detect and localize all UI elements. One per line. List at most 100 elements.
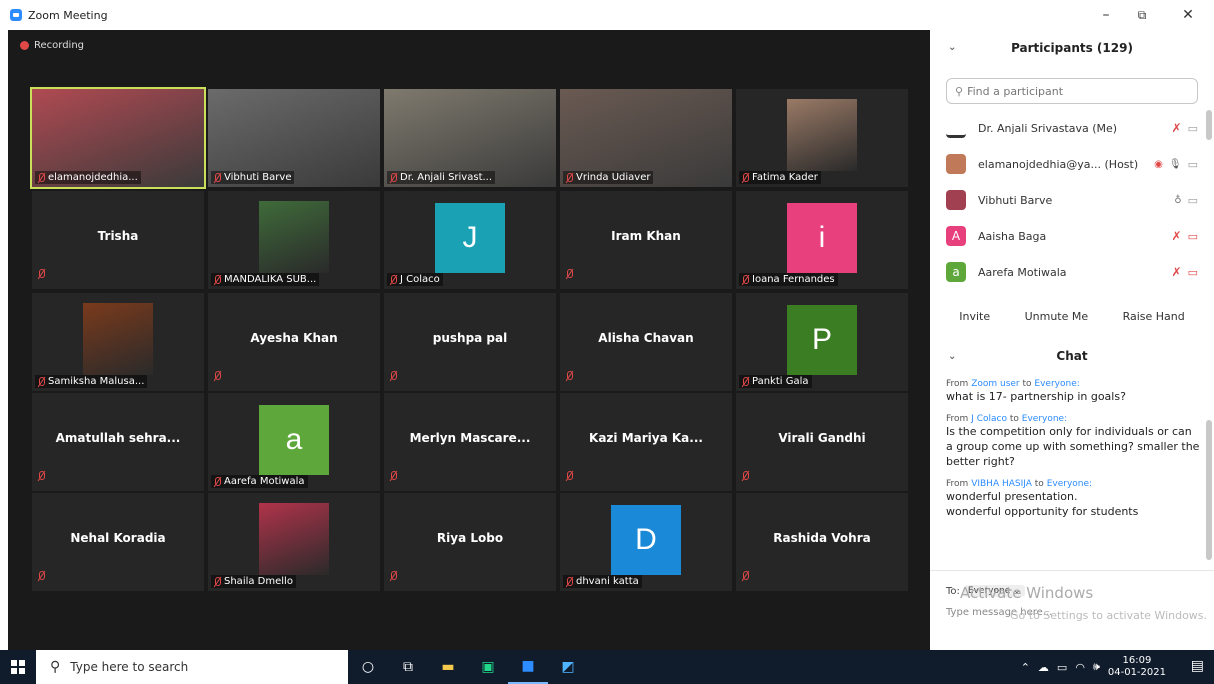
video-tile[interactable]: Amatullah sehra... bbox=[32, 393, 204, 491]
muted-mic-icon bbox=[742, 172, 749, 183]
invite-button[interactable]: Invite bbox=[951, 304, 998, 329]
video-tile[interactable]: elamanojdedhia... bbox=[30, 87, 206, 189]
video-tile[interactable]: MANDALIKA SUB... bbox=[208, 191, 380, 289]
muted-mic-icon bbox=[390, 172, 397, 183]
video-tile[interactable]: Ddhvani katta bbox=[560, 493, 732, 591]
tile-name-label: dhvani katta bbox=[563, 575, 642, 588]
sender-name[interactable]: J Colaco bbox=[971, 414, 1007, 424]
restore-button[interactable]: ⧉ bbox=[1124, 0, 1160, 30]
video-camera-icon: ▭ bbox=[1187, 157, 1198, 171]
video-tile[interactable]: a Aarefa Motiwala bbox=[208, 393, 380, 491]
video-tile[interactable]: Virali Gandhi bbox=[736, 393, 908, 491]
sender-name[interactable]: VIBHA HASIJA bbox=[971, 479, 1032, 489]
chat-scrollbar[interactable] bbox=[1206, 420, 1212, 560]
zoom-taskbar-icon[interactable]: ■ bbox=[508, 650, 548, 684]
cortana-icon[interactable]: ○ bbox=[348, 650, 388, 684]
video-tile[interactable]: Fatima Kader bbox=[736, 89, 908, 187]
recording-icon bbox=[20, 41, 29, 50]
video-camera-icon: ▭ bbox=[1187, 121, 1198, 135]
tile-name-label: Fatima Kader bbox=[739, 171, 821, 184]
tile-name-label: Samiksha Malusa... bbox=[35, 375, 148, 388]
participants-scrollbar[interactable] bbox=[1206, 110, 1212, 140]
unmute-me-button[interactable]: Unmute Me bbox=[1017, 304, 1097, 329]
start-button[interactable] bbox=[0, 650, 36, 684]
onedrive-icon[interactable]: ☁ bbox=[1038, 661, 1049, 674]
tile-display-name: Merlyn Mascare... bbox=[409, 431, 531, 445]
show-hidden-icons-icon[interactable]: ⌃ bbox=[1021, 661, 1030, 674]
participant-row[interactable]: elamanojdedhia@ya... (Host) ◉ 🎙 ▭ bbox=[930, 146, 1214, 182]
clock[interactable]: 16:09 04-01-2021 bbox=[1108, 655, 1166, 679]
video-tile[interactable]: P Pankti Gala bbox=[736, 293, 908, 391]
clock-date: 04-01-2021 bbox=[1107, 667, 1166, 678]
notifications-icon[interactable]: ▤ bbox=[1191, 658, 1204, 674]
close-button[interactable]: ✕ bbox=[1170, 0, 1206, 30]
video-tile[interactable]: Merlyn Mascare... bbox=[384, 393, 556, 491]
avatar: a bbox=[946, 262, 966, 282]
chevron-down-icon[interactable]: ⌄ bbox=[948, 351, 956, 362]
from-label: From bbox=[946, 414, 969, 424]
participant-name: dhvani katta bbox=[576, 576, 639, 587]
video-tile[interactable]: Rashida Vohra bbox=[736, 493, 908, 591]
chevron-down-icon[interactable]: ⌄ bbox=[948, 42, 956, 53]
title-bar: Zoom Meeting – ⧉ ✕ bbox=[0, 0, 1214, 30]
battery-icon[interactable]: ▭ bbox=[1057, 661, 1067, 674]
letter-avatar: i bbox=[787, 203, 857, 273]
video-tile[interactable]: Iram Khan bbox=[560, 191, 732, 289]
video-tile[interactable]: Ayesha Khan bbox=[208, 293, 380, 391]
volume-icon[interactable]: 🕪 bbox=[1093, 660, 1100, 674]
video-tile[interactable]: Shaila Dmello bbox=[208, 493, 380, 591]
participants-header: ⌄ Participants (129) bbox=[930, 30, 1214, 66]
participant-row[interactable]: Vibhuti Barve ♁ ▭ bbox=[930, 182, 1214, 218]
video-tile[interactable]: i Ioana Fernandes bbox=[736, 191, 908, 289]
muted-mic-icon bbox=[214, 366, 221, 385]
participant-row[interactable]: a Aarefa Motiwala ✗ ▭ bbox=[930, 254, 1214, 290]
video-tile[interactable]: Dr. Anjali Srivast... bbox=[384, 89, 556, 187]
participant-status-icons: ✗ ▭ bbox=[1172, 229, 1198, 243]
muted-mic-icon bbox=[566, 172, 573, 183]
muted-mic-icon bbox=[214, 274, 221, 285]
task-view-icon[interactable]: ⧉ bbox=[388, 650, 428, 684]
video-tile[interactable]: Vrinda Udiaver bbox=[560, 89, 732, 187]
tile-name-label: Shaila Dmello bbox=[211, 575, 296, 588]
video-tile[interactable]: Alisha Chavan bbox=[560, 293, 732, 391]
chat-message: From VIBHA HASIJA to Everyone: wonderful … bbox=[946, 479, 1200, 519]
video-tile[interactable]: Riya Lobo bbox=[384, 493, 556, 591]
chat-message-sender: From Zoom user to Everyone: bbox=[946, 379, 1200, 389]
participant-row[interactable]: Dr. Anjali Srivastava (Me) ✗ ▭ bbox=[930, 110, 1214, 146]
pycharm-icon[interactable]: ▣ bbox=[468, 650, 508, 684]
mic-icon: 🎙 bbox=[1168, 158, 1182, 170]
search-icon: ⚲ bbox=[955, 84, 964, 98]
video-gallery: Recording elamanojdedhia... Vibhuti Barve… bbox=[8, 30, 930, 650]
raise-hand-button[interactable]: Raise Hand bbox=[1115, 304, 1193, 329]
taskbar-search[interactable]: ⚲ Type here to search bbox=[36, 650, 348, 684]
photos-icon[interactable]: ◩ bbox=[548, 650, 588, 684]
video-tile[interactable]: Trisha bbox=[32, 191, 204, 289]
system-tray: ⌃ ☁ ▭ ◠ 🕪 16:09 04-01-2021 bbox=[1021, 650, 1166, 684]
muted-mic-icon bbox=[566, 576, 573, 587]
wifi-icon[interactable]: ◠ bbox=[1075, 661, 1085, 674]
chat-message: From J Colaco to Everyone: Is the competi… bbox=[946, 414, 1200, 469]
clock-time: 16:09 bbox=[1122, 655, 1152, 666]
video-tile[interactable]: Kazi Mariya Ka... bbox=[560, 393, 732, 491]
sender-name[interactable]: Zoom user bbox=[971, 379, 1019, 389]
participant-search-input[interactable]: ⚲ Find a participant bbox=[946, 78, 1198, 104]
taskbar-search-placeholder: Type here to search bbox=[70, 660, 189, 674]
profile-picture bbox=[83, 303, 153, 375]
minimize-button[interactable]: – bbox=[1088, 0, 1124, 30]
to-word: to bbox=[1022, 379, 1032, 389]
video-tile[interactable]: JJ Colaco bbox=[384, 191, 556, 289]
participant-row[interactable]: A Aaisha Baga ✗ ▭ bbox=[930, 218, 1214, 254]
mic-icon: ♁ bbox=[1174, 194, 1182, 206]
muted-mic-icon bbox=[566, 466, 573, 485]
muted-mic-icon: ✗ bbox=[1171, 265, 1182, 279]
tile-display-name: Kazi Mariya Ka... bbox=[589, 431, 703, 445]
tile-display-name: Iram Khan bbox=[611, 229, 681, 243]
video-tile[interactable]: Nehal Koradia bbox=[32, 493, 204, 591]
muted-mic-icon bbox=[742, 566, 749, 585]
file-explorer-icon[interactable]: ▬ bbox=[428, 650, 468, 684]
video-tile[interactable]: pushpa pal bbox=[384, 293, 556, 391]
video-tile[interactable]: Samiksha Malusa... bbox=[32, 293, 204, 391]
video-tile[interactable]: Vibhuti Barve bbox=[208, 89, 380, 187]
participant-name: Dr. Anjali Srivast... bbox=[400, 172, 493, 183]
video-off-icon: ▭ bbox=[1187, 265, 1198, 279]
